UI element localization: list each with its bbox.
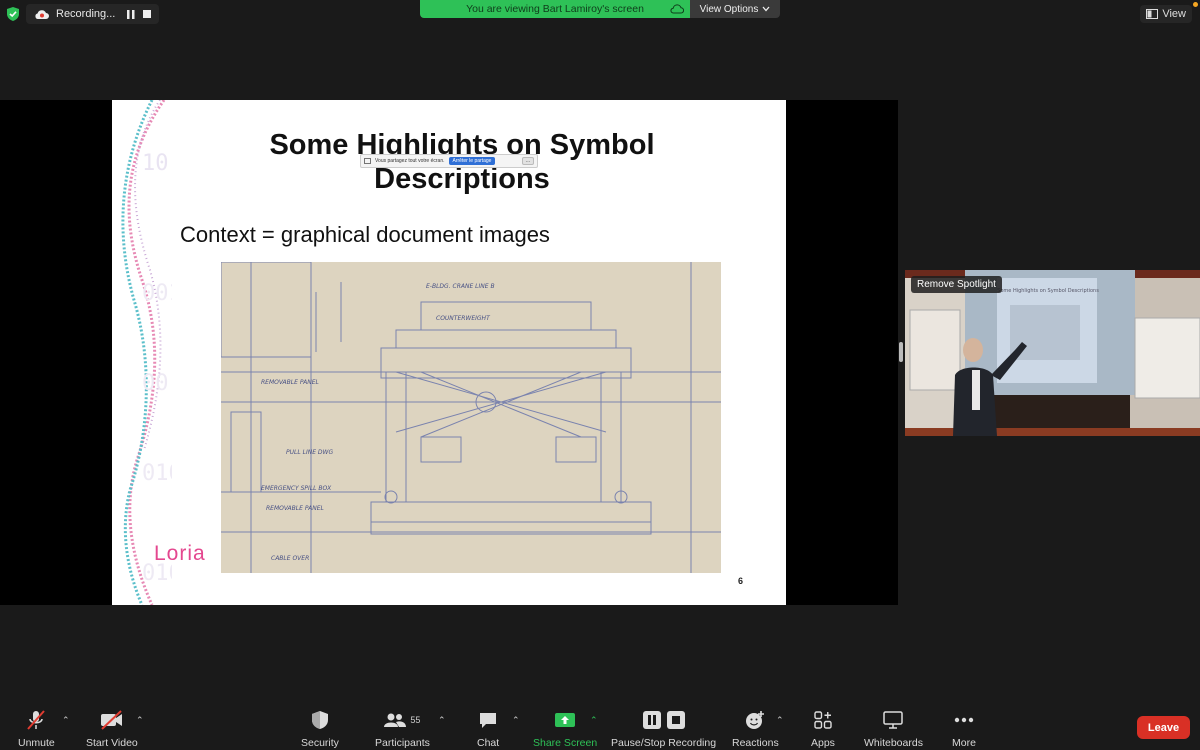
participants-caret-icon[interactable]: ⌃ (438, 715, 446, 726)
apps-icon (814, 711, 832, 729)
slide-subtitle: Context = graphical document images (180, 222, 550, 247)
pause-stop-recording-label: Pause/Stop Recording (611, 737, 717, 749)
chat-caret-icon[interactable]: ⌃ (512, 715, 520, 726)
view-options-button[interactable]: View Options (690, 0, 780, 18)
view-options-label: View Options (699, 3, 759, 15)
svg-text:001: 001 (142, 281, 172, 306)
speaker-video-frame: Some Highlights on Symbol Descriptions (905, 270, 1200, 436)
start-video-label: Start Video (86, 737, 138, 749)
share-options-caret-icon[interactable]: ⌃ (590, 715, 598, 726)
slide-decoration-graphic: 10 001 00 010 010 (121, 100, 172, 605)
stop-sharing-button[interactable]: Arrêter le partage (448, 157, 496, 165)
presentation-slide: 10 001 00 010 010 Some Highlights on Sym… (112, 100, 786, 605)
sharing-more-button[interactable]: ... (521, 157, 534, 165)
unmute-label: Unmute (18, 737, 55, 749)
view-label: View (1162, 8, 1186, 20)
unmute-button[interactable]: Unmute (18, 708, 55, 749)
svg-text:COUNTERWEIGHT: COUNTERWEIGHT (436, 315, 491, 322)
svg-text:10: 10 (142, 151, 169, 176)
slide-page-number: 6 (738, 576, 744, 586)
audio-options-caret-icon[interactable]: ⌃ (62, 715, 70, 726)
svg-text:CABLE OVER: CABLE OVER (271, 555, 309, 562)
shared-screen: 10 001 00 010 010 Some Highlights on Sym… (0, 100, 898, 605)
security-button[interactable]: Security (301, 708, 339, 749)
pause-stop-recording-button[interactable]: Pause/Stop Recording (611, 708, 716, 749)
video-camera-off-icon (100, 710, 122, 730)
grid-view-icon (1146, 9, 1159, 19)
blueprint-drawing: E-BLDG. CRANE LINE B COUNTERWEIGHT REMOV… (221, 262, 721, 573)
security-label: Security (301, 737, 339, 749)
remove-spotlight-button[interactable]: Remove Spotlight (911, 276, 1002, 293)
meeting-status-group: Recording... (6, 4, 160, 24)
apps-label: Apps (811, 737, 835, 749)
blueprint-label-crane: E-BLDG. CRANE LINE B (426, 283, 495, 290)
video-options-caret-icon[interactable]: ⌃ (136, 715, 144, 726)
notification-dot (1193, 2, 1198, 7)
pause-icon[interactable] (127, 9, 135, 19)
svg-text:010: 010 (142, 461, 172, 486)
top-bar: Recording... You are viewing Bart Lamiro… (0, 0, 1200, 28)
share-icon (364, 158, 371, 164)
emoji-reactions-icon (746, 711, 765, 729)
svg-text:REMOVABLE PANEL: REMOVABLE PANEL (266, 505, 324, 512)
pause-recording-icon (642, 711, 661, 729)
meeting-toolbar: Unmute ⌃ Start Video ⌃ Security 55 Parti… (0, 704, 1200, 750)
screen-sharing-toast: Vous partagez tout votre écran. Arrêter … (360, 154, 538, 168)
recording-indicator[interactable]: Recording... (26, 4, 160, 24)
shield-check-icon[interactable] (6, 6, 20, 22)
logo-text: Loria (154, 542, 206, 565)
share-screen-icon (555, 713, 576, 727)
chevron-down-icon (762, 6, 770, 12)
svg-text:REMOVABLE PANEL: REMOVABLE PANEL (261, 379, 319, 386)
leave-button[interactable]: Leave (1137, 716, 1190, 739)
more-label: More (952, 737, 976, 749)
share-screen-label: Share Screen (533, 737, 598, 749)
whiteboards-label: Whiteboards (864, 737, 923, 749)
reactions-caret-icon[interactable]: ⌃ (776, 715, 784, 726)
microphone-muted-icon (27, 710, 46, 730)
loria-logo: Loria (154, 542, 206, 566)
whiteboard-icon (883, 711, 904, 729)
viewing-screen-text: You are viewing Bart Lamiroy's screen (466, 3, 644, 15)
speaker-video[interactable]: Some Highlights on Symbol Descriptions R… (905, 270, 1200, 436)
more-button[interactable]: More (952, 708, 976, 749)
participants-label: Participants (375, 737, 430, 749)
reactions-label: Reactions (732, 737, 779, 749)
stop-icon[interactable] (143, 9, 152, 18)
start-video-button[interactable]: Start Video (86, 708, 138, 749)
cloud-recording-icon (35, 10, 49, 19)
viewing-screen-banner: You are viewing Bart Lamiroy's screen (420, 0, 690, 18)
speaker-slide-title: Some Highlights on Symbol Descriptions (997, 288, 1099, 294)
blueprint-image: E-BLDG. CRANE LINE B COUNTERWEIGHT REMOV… (221, 262, 721, 573)
svg-text:EMERGENCY SPILL BOX: EMERGENCY SPILL BOX (261, 485, 332, 492)
apps-button[interactable]: Apps (811, 708, 835, 749)
chat-label: Chat (477, 737, 500, 749)
svg-text:00: 00 (142, 371, 169, 396)
reactions-button[interactable]: Reactions (732, 708, 779, 749)
participants-icon (384, 713, 407, 727)
share-screen-button[interactable]: Share Screen (533, 708, 597, 749)
cloud-icon (670, 4, 684, 14)
svg-text:PULL LINE DWG: PULL LINE DWG (286, 449, 333, 456)
chat-button[interactable]: Chat (477, 708, 499, 749)
view-button[interactable]: View (1140, 5, 1192, 23)
sharing-toast-text: Vous partagez tout votre écran. (375, 158, 445, 164)
recording-label: Recording... (56, 8, 116, 20)
stop-recording-icon (666, 711, 685, 729)
panel-resize-handle[interactable] (899, 342, 903, 362)
participants-button[interactable]: 55 Participants (375, 708, 430, 749)
more-dots-icon (954, 717, 974, 723)
participants-count: 55 (410, 715, 421, 725)
whiteboards-button[interactable]: Whiteboards (864, 708, 923, 749)
chat-bubble-icon (480, 713, 497, 728)
shield-icon (311, 711, 328, 729)
